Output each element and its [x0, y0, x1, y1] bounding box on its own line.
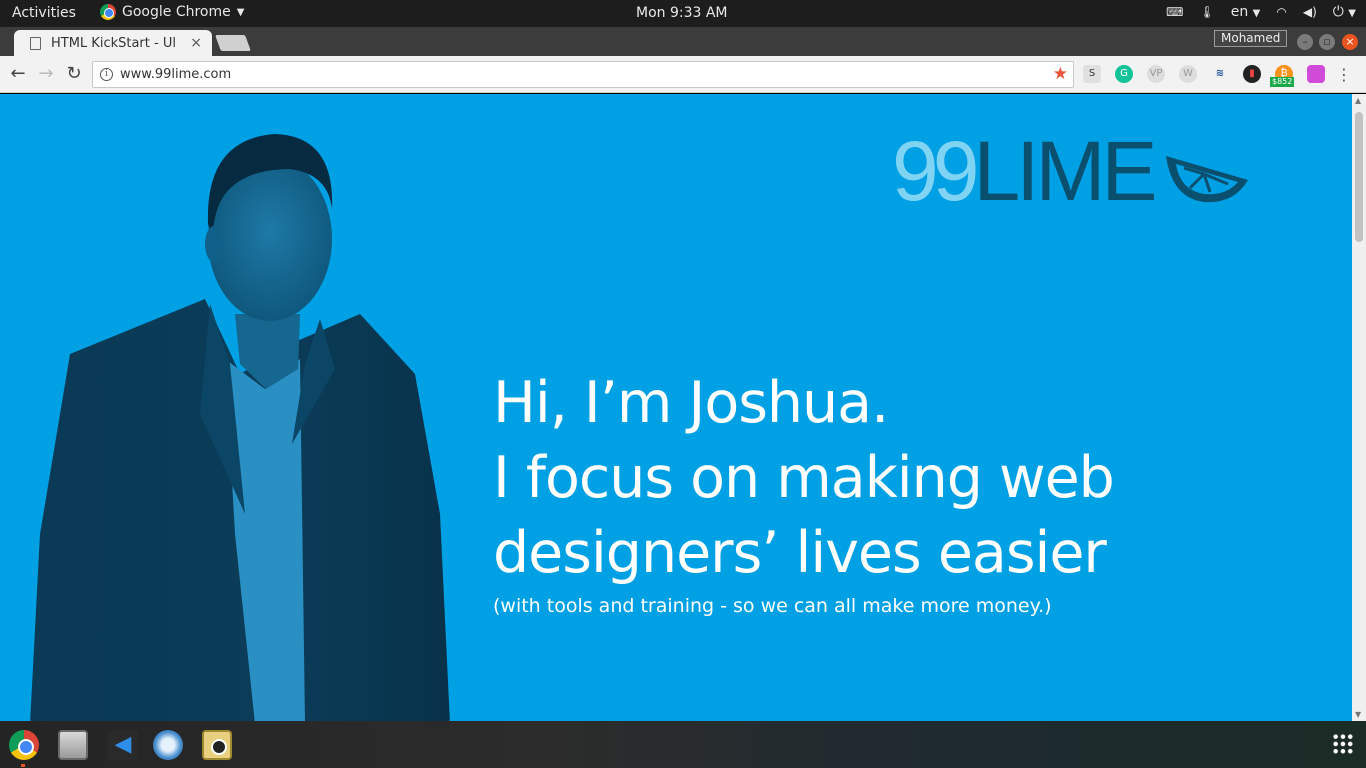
scroll-down-icon[interactable]: ▼	[1355, 710, 1361, 719]
volume-icon[interactable]: ◀)	[1303, 5, 1317, 19]
scroll-up-icon[interactable]: ▲	[1355, 96, 1361, 105]
safari-icon[interactable]	[153, 730, 183, 760]
extension-s-icon[interactable]: S	[1083, 65, 1101, 83]
bookmark-star-icon[interactable]: ★	[1053, 64, 1068, 84]
profile-button[interactable]: Mohamed	[1214, 30, 1288, 47]
system-top-bar: Activities Google Chrome ▼ Mon 9:33 AM ⌨…	[0, 0, 1366, 27]
steem-icon[interactable]: ≋	[1211, 65, 1229, 83]
99lime-logo[interactable]: 99 LIME	[892, 124, 1250, 218]
close-window-button[interactable]: ×	[1342, 34, 1358, 50]
url-text: www.99lime.com	[120, 67, 232, 82]
language-selector[interactable]: en ▼	[1231, 4, 1261, 20]
page-icon	[30, 36, 41, 50]
dock: ◀	[0, 721, 1366, 768]
rhythmbox-icon[interactable]	[202, 730, 232, 760]
running-indicator	[21, 764, 25, 767]
chevron-down-icon: ▼	[1252, 8, 1261, 19]
browser-toolbar: ← → ↻ i www.99lime.com ★ S G VP W ≋ ▮ ₿ …	[0, 56, 1366, 93]
system-tray: ⌨ 🌡︎ en ▼ ◠ ◀) ⏻ ▼	[1166, 4, 1356, 20]
hero-subtitle: (with tools and training - so we can all…	[493, 595, 1052, 617]
tab-title: HTML KickStart - Ul	[51, 35, 176, 51]
page-scrollbar[interactable]: ▲ ▼	[1352, 94, 1366, 721]
app-menu[interactable]: Google Chrome ▼	[100, 4, 244, 20]
back-button[interactable]: ←	[8, 64, 28, 84]
chrome-menu-icon[interactable]: ⋮	[1336, 65, 1352, 84]
power-icon[interactable]: ⏻ ▼	[1333, 4, 1356, 20]
app-menu-label: Google Chrome	[122, 4, 231, 20]
chrome-icon	[100, 4, 116, 20]
hero-line-3: designers’ lives easier	[493, 520, 1107, 586]
extension-purple-icon[interactable]	[1307, 65, 1325, 83]
hero-line-1: Hi, I’m Joshua.	[493, 370, 889, 436]
logo-part1: 99	[892, 124, 979, 218]
vscode-icon[interactable]: ◀	[108, 730, 138, 760]
logo-part2: LIME	[973, 124, 1157, 218]
hero-line-2: I focus on making web	[493, 445, 1115, 511]
reload-button[interactable]: ↻	[64, 64, 84, 84]
page-viewport: 99 LIME Hi, I’m Joshua. I focus on makin…	[0, 94, 1352, 721]
keyboard-icon[interactable]: ⌨	[1166, 5, 1183, 19]
browser-tab[interactable]: HTML KickStart - Ul ×	[14, 30, 212, 56]
lime-slice-icon	[1165, 156, 1248, 203]
new-tab-button[interactable]	[215, 35, 251, 51]
forward-button[interactable]: →	[36, 64, 56, 84]
extension-vp-icon[interactable]: VP	[1147, 65, 1165, 83]
bitcoin-price-badge: $852	[1270, 77, 1295, 87]
files-icon[interactable]	[58, 730, 88, 760]
activities-button[interactable]: Activities	[12, 5, 76, 21]
address-bar[interactable]: i www.99lime.com ★	[92, 61, 1074, 88]
close-tab-icon[interactable]: ×	[190, 35, 202, 51]
chevron-down-icon: ▼	[236, 6, 245, 18]
scrollbar-thumb[interactable]	[1355, 112, 1363, 242]
tab-strip: HTML KickStart - Ul × Mohamed – ▫ ×	[0, 27, 1366, 56]
thermometer-icon[interactable]: 🌡︎	[1199, 5, 1214, 19]
minimize-window-button[interactable]: –	[1297, 34, 1313, 50]
extension-chart-icon[interactable]: ▮	[1243, 65, 1261, 83]
portrait-photo	[30, 134, 450, 721]
language-label: en	[1230, 4, 1249, 20]
hero-text: Hi, I’m Joshua. I focus on making web de…	[493, 366, 1115, 617]
grammarly-icon[interactable]: G	[1115, 65, 1133, 83]
wordpress-icon[interactable]: W	[1179, 65, 1197, 83]
show-applications-icon[interactable]	[1332, 733, 1354, 755]
maximize-window-button[interactable]: ▫	[1319, 34, 1335, 50]
chrome-icon[interactable]	[9, 730, 39, 760]
clock[interactable]: Mon 9:33 AM	[636, 5, 728, 21]
info-icon[interactable]: i	[100, 68, 113, 81]
wifi-icon[interactable]: ◠	[1276, 5, 1286, 19]
